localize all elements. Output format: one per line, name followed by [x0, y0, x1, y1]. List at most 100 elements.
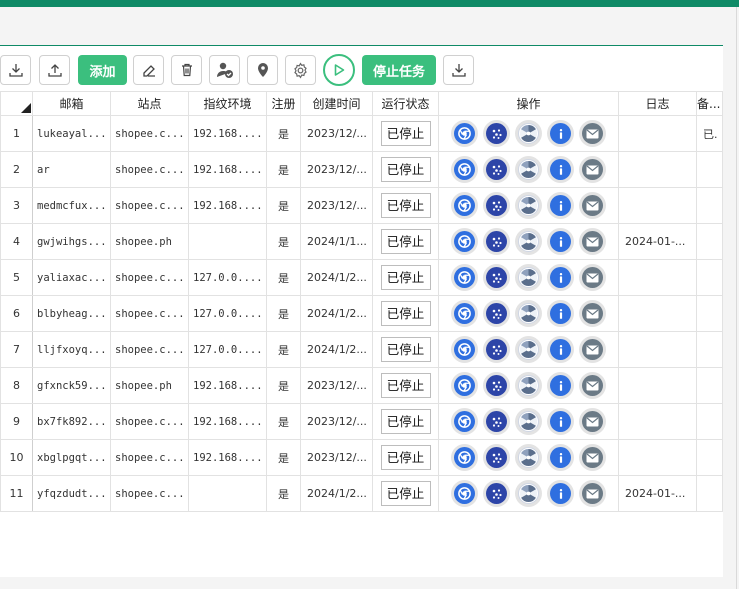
radiation-icon[interactable] [515, 300, 542, 327]
radiation-icon[interactable] [515, 228, 542, 255]
stop-task-button[interactable]: 停止任务 [362, 55, 436, 85]
cell-log[interactable] [618, 367, 697, 404]
info-icon[interactable] [547, 300, 574, 327]
table-row[interactable]: 1 lukeayal... shopee.c... 192.168.... 是 2023/… [0, 115, 723, 152]
cookie-icon[interactable] [483, 192, 510, 219]
cell-registered[interactable]: 是 [266, 223, 301, 260]
table-row[interactable]: 10 xbglpgqt... shopee.c... 192.168.... 是 2023… [0, 439, 723, 476]
radiation-icon[interactable] [515, 264, 542, 291]
cookie-icon[interactable] [483, 228, 510, 255]
radiation-icon[interactable] [515, 444, 542, 471]
cell-site[interactable]: shopee.c... [110, 151, 189, 188]
col-remark[interactable]: 备... [696, 91, 723, 116]
export-button[interactable] [39, 55, 70, 85]
cell-created-time[interactable]: 2024/1/2... [300, 475, 373, 512]
cell-registered[interactable]: 是 [266, 475, 301, 512]
info-icon[interactable] [547, 444, 574, 471]
cell-log[interactable] [618, 439, 697, 476]
row-number[interactable]: 11 [0, 475, 33, 512]
location-button[interactable] [247, 55, 278, 85]
col-log[interactable]: 日志 [618, 91, 697, 116]
chrome-icon[interactable] [451, 264, 478, 291]
cell-fingerprint-env[interactable]: 192.168.... [188, 115, 267, 152]
table-row[interactable]: 5 yaliaxac... shopee.c... 127.0.0.... 是 2024/… [0, 259, 723, 296]
cell-remark[interactable] [696, 403, 723, 440]
mail-icon[interactable] [579, 372, 606, 399]
row-number[interactable]: 6 [0, 295, 33, 332]
status-badge[interactable]: 已停止 [380, 481, 431, 506]
cookie-icon[interactable] [483, 372, 510, 399]
mail-icon[interactable] [579, 264, 606, 291]
info-icon[interactable] [547, 480, 574, 507]
cell-created-time[interactable]: 2024/1/2... [300, 295, 373, 332]
cell-remark[interactable] [696, 475, 723, 512]
cell-log[interactable] [618, 403, 697, 440]
info-icon[interactable] [547, 336, 574, 363]
chrome-icon[interactable] [451, 192, 478, 219]
radiation-icon[interactable] [515, 120, 542, 147]
info-icon[interactable] [547, 228, 574, 255]
mail-icon[interactable] [579, 480, 606, 507]
chrome-icon[interactable] [451, 156, 478, 183]
cell-fingerprint-env[interactable]: 192.168.... [188, 367, 267, 404]
chrome-icon[interactable] [451, 336, 478, 363]
row-number[interactable]: 4 [0, 223, 33, 260]
row-number[interactable]: 9 [0, 403, 33, 440]
cell-email[interactable]: gfxnck59... [32, 367, 111, 404]
cell-registered[interactable]: 是 [266, 403, 301, 440]
cell-created-time[interactable]: 2024/1/1... [300, 223, 373, 260]
mail-icon[interactable] [579, 444, 606, 471]
cell-created-time[interactable]: 2023/12/... [300, 403, 373, 440]
cell-remark[interactable] [696, 295, 723, 332]
info-icon[interactable] [547, 372, 574, 399]
cell-registered[interactable]: 是 [266, 331, 301, 368]
row-number[interactable]: 2 [0, 151, 33, 188]
cookie-icon[interactable] [483, 156, 510, 183]
col-fingerprint-env[interactable]: 指纹环境 [188, 91, 267, 116]
mail-icon[interactable] [579, 120, 606, 147]
table-row[interactable]: 11 yfqzdudt... shopee.c... 是 2024/1/2... 已停止 2… [0, 475, 723, 512]
chrome-icon[interactable] [451, 372, 478, 399]
cell-fingerprint-env[interactable]: 127.0.0.... [188, 295, 267, 332]
cell-site[interactable]: shopee.c... [110, 259, 189, 296]
chrome-icon[interactable] [451, 408, 478, 435]
cell-site[interactable]: shopee.ph [110, 367, 189, 404]
cell-fingerprint-env[interactable] [188, 223, 267, 260]
row-number[interactable]: 10 [0, 439, 33, 476]
cell-email[interactable]: yfqzdudt... [32, 475, 111, 512]
mail-icon[interactable] [579, 228, 606, 255]
cell-remark[interactable] [696, 151, 723, 188]
info-icon[interactable] [547, 408, 574, 435]
cell-site[interactable]: shopee.c... [110, 475, 189, 512]
cell-fingerprint-env[interactable]: 192.168.... [188, 403, 267, 440]
status-badge[interactable]: 已停止 [380, 157, 431, 182]
cell-log[interactable]: 2024-01-... [618, 475, 697, 512]
cell-log[interactable] [618, 115, 697, 152]
col-actions[interactable]: 操作 [438, 91, 619, 116]
radiation-icon[interactable] [515, 408, 542, 435]
table-row[interactable]: 3 medmcfux... shopee.c... 192.168.... 是 2023/… [0, 187, 723, 224]
cell-email[interactable]: medmcfux... [32, 187, 111, 224]
status-badge[interactable]: 已停止 [380, 193, 431, 218]
status-badge[interactable]: 已停止 [380, 445, 431, 470]
mail-icon[interactable] [579, 336, 606, 363]
col-email[interactable]: 邮箱 [32, 91, 111, 116]
cell-email[interactable]: lukeayal... [32, 115, 111, 152]
cell-registered[interactable]: 是 [266, 151, 301, 188]
cell-email[interactable]: gwjwihgs... [32, 223, 111, 260]
cell-remark[interactable] [696, 223, 723, 260]
radiation-icon[interactable] [515, 372, 542, 399]
cell-email[interactable]: xbglpgqt... [32, 439, 111, 476]
col-run-status[interactable]: 运行状态 [372, 91, 439, 116]
cell-created-time[interactable]: 2023/12/... [300, 439, 373, 476]
cell-created-time[interactable]: 2024/1/2... [300, 259, 373, 296]
cell-email[interactable]: lljfxoyq... [32, 331, 111, 368]
table-row[interactable]: 7 lljfxoyq... shopee.c... 127.0.0.... 是 2024/… [0, 331, 723, 368]
status-badge[interactable]: 已停止 [380, 337, 431, 362]
cell-site[interactable]: shopee.c... [110, 115, 189, 152]
settings-button[interactable] [285, 55, 316, 85]
cell-site[interactable]: shopee.c... [110, 403, 189, 440]
table-row[interactable]: 8 gfxnck59... shopee.ph 192.168.... 是 2023/12… [0, 367, 723, 404]
cell-fingerprint-env[interactable]: 192.168.... [188, 439, 267, 476]
chrome-icon[interactable] [451, 120, 478, 147]
